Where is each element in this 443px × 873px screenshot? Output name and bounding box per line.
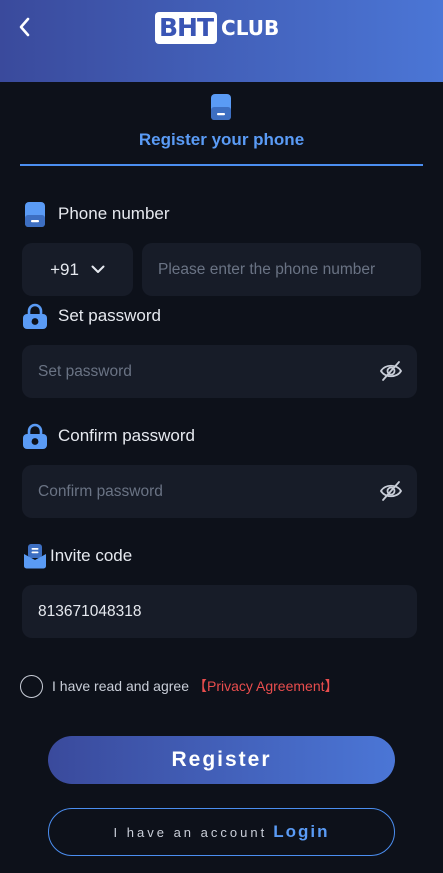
eye-off-icon[interactable] <box>379 480 403 507</box>
login-button[interactable]: I have an account Login <box>48 808 395 856</box>
invite-code-label-row: Invite code <box>22 542 132 570</box>
agreement-row: I have read and agree 【Privacy Agreement… <box>20 674 339 698</box>
invite-code-label: Invite code <box>50 546 133 565</box>
app-header: BHT CLUB <box>0 0 443 82</box>
phone-number-label-row: Phone number <box>22 200 170 228</box>
logo-main-text: BHT <box>155 12 218 44</box>
confirm-password-box <box>22 465 417 518</box>
invite-icon <box>22 542 48 570</box>
chevron-left-icon <box>19 17 30 37</box>
country-code-select[interactable]: +91 <box>22 243 133 296</box>
logo-sub-text: CLUB <box>221 16 280 40</box>
set-password-input[interactable] <box>22 362 352 381</box>
invite-code-input[interactable] <box>22 602 417 621</box>
back-button[interactable] <box>10 12 38 42</box>
tab-label: Register your phone <box>138 130 305 149</box>
confirm-password-input[interactable] <box>22 482 352 501</box>
confirm-password-label: Confirm password <box>58 426 195 445</box>
invite-code-box <box>22 585 417 638</box>
agree-checkbox[interactable] <box>20 674 43 698</box>
register-button[interactable]: Register <box>48 736 395 784</box>
brand-logo: BHT CLUB <box>155 10 279 46</box>
confirm-password-label-row: Confirm password <box>22 422 195 450</box>
country-code-value: +91 <box>50 259 79 279</box>
phone-number-label: Phone number <box>58 204 170 223</box>
lock-icon <box>22 302 48 330</box>
phone-input[interactable] <box>142 260 421 279</box>
set-password-label: Set password <box>58 306 161 325</box>
set-password-label-row: Set password <box>22 302 161 330</box>
phone-icon <box>22 200 48 228</box>
set-password-box <box>22 345 417 398</box>
register-button-label: Register <box>171 748 272 771</box>
phone-icon <box>210 93 232 126</box>
lock-icon <box>22 422 48 450</box>
tab-register-phone[interactable]: Register your phone <box>20 90 423 166</box>
login-label: Login <box>273 822 330 841</box>
have-account-text: I have an account <box>113 824 268 840</box>
privacy-agreement-link[interactable]: 【Privacy Agreement】 <box>193 676 339 696</box>
agree-text: I have read and agree <box>52 678 189 694</box>
chevron-down-icon <box>91 265 105 273</box>
phone-input-box <box>142 243 421 296</box>
eye-off-icon[interactable] <box>379 360 403 387</box>
